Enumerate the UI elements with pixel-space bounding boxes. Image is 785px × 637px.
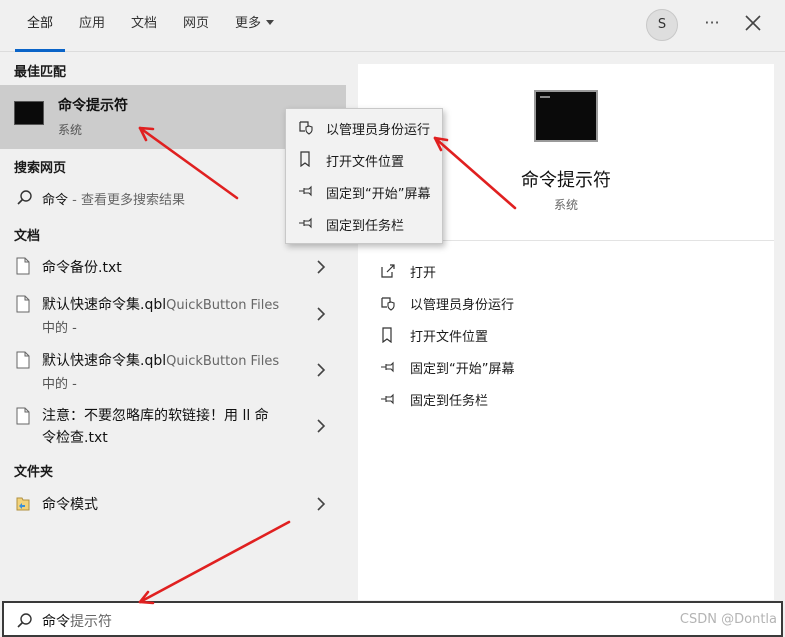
menu-item-pin-to-taskbar[interactable]: 固定到任务栏 [286, 209, 442, 237]
file-location-icon [382, 327, 392, 343]
menu-item-run-as-admin[interactable]: 以管理员身份运行 [286, 113, 442, 141]
web-search-query: 命令 [42, 193, 69, 208]
command-prompt-icon [534, 90, 598, 142]
menu-item-label: 打开文件位置 [326, 155, 405, 170]
menu-item-label: 以管理员身份运行 [326, 123, 431, 138]
document-name-continued: 令检查.txt [42, 430, 108, 446]
section-title-best-match: 最佳匹配 [14, 65, 67, 80]
menu-item-pin-to-start[interactable]: 固定到“开始”屏幕 [286, 177, 442, 205]
action-label: 固定到“开始”屏幕 [410, 362, 515, 377]
best-match-type: 系统 [58, 123, 83, 137]
search-query: 命令提示符 [42, 611, 112, 631]
search-typed-text: 命令 [42, 614, 70, 630]
pin-icon [299, 185, 312, 197]
document-icon [16, 351, 30, 369]
chevron-right-icon[interactable] [316, 307, 326, 321]
menu-item-label: 固定到任务栏 [326, 219, 405, 234]
close-button[interactable] [741, 11, 765, 35]
document-location: QuickButton Files [166, 354, 280, 369]
search-scope-bar: 全部 应用 文档 网页 更多 S ··· [0, 0, 785, 52]
section-title-documents: 文档 [14, 229, 41, 244]
avatar[interactable]: S [646, 9, 678, 41]
close-icon [745, 15, 761, 31]
document-icon [16, 257, 30, 275]
tab-documents[interactable]: 文档 [131, 0, 157, 50]
best-match-name: 命令提示符 [58, 98, 128, 114]
search-input[interactable]: 命令提示符 [2, 601, 783, 637]
chevron-right-icon[interactable] [316, 419, 326, 433]
document-name: 命令备份.txt [42, 260, 122, 276]
pin-icon [381, 393, 394, 405]
list-item[interactable]: 命令模式 [0, 489, 346, 519]
more-options-button[interactable]: ··· [700, 11, 724, 35]
menu-item-open-file-location[interactable]: 打开文件位置 [286, 145, 442, 173]
tab-apps[interactable]: 应用 [79, 0, 105, 50]
pin-icon [299, 217, 312, 229]
folder-shortcut-icon [16, 497, 30, 511]
document-name: 默认快速命令集.qbl [42, 353, 167, 369]
tab-web[interactable]: 网页 [183, 0, 209, 50]
search-icon [17, 190, 32, 205]
search-icon [17, 613, 32, 628]
list-item[interactable]: 默认快速命令集.qblQuickButton Files 中的 - [0, 345, 346, 395]
document-location: QuickButton Files [166, 298, 280, 313]
shield-icon [381, 297, 395, 311]
context-menu: 以管理员身份运行 打开文件位置 固定到“开始”屏幕 固定到任务栏 [285, 108, 443, 244]
menu-item-label: 固定到“开始”屏幕 [326, 187, 431, 202]
list-item[interactable]: 注意：不要忽略库的软链接！用 ll 命 令检查.txt [0, 401, 346, 451]
titlebar-glyph [540, 96, 550, 98]
document-name: 默认快速命令集.qbl [42, 297, 167, 313]
action-label: 固定到任务栏 [410, 394, 489, 409]
list-item[interactable]: 命令备份.txt [0, 251, 346, 283]
action-label: 打开 [410, 266, 437, 281]
list-item[interactable]: 默认快速命令集.qblQuickButton Files 中的 - [0, 289, 346, 339]
search-autocomplete-hint: 提示符 [70, 614, 112, 630]
tab-more-label: 更多 [235, 16, 262, 31]
chevron-right-icon[interactable] [316, 497, 326, 511]
file-location-icon [300, 151, 310, 167]
action-label: 打开文件位置 [410, 330, 489, 345]
tab-more[interactable]: 更多 [235, 0, 275, 50]
web-search-label: 命令 - 查看更多搜索结果 [42, 189, 185, 208]
pin-icon [381, 361, 394, 373]
chevron-right-icon[interactable] [316, 363, 326, 377]
document-name-line: 默认快速命令集.qblQuickButton Files [42, 350, 279, 370]
chevron-right-icon[interactable] [316, 260, 326, 274]
document-subline: 中的 - [42, 377, 77, 392]
command-prompt-icon [14, 101, 44, 125]
shield-icon [299, 121, 313, 135]
watermark: CSDN @Dontla [679, 612, 777, 627]
section-title-folders: 文件夹 [14, 465, 54, 480]
web-search-suffix: - 查看更多搜索结果 [68, 193, 185, 208]
chevron-down-icon [266, 20, 275, 25]
tab-all[interactable]: 全部 [14, 0, 66, 52]
folder-name: 命令模式 [42, 497, 98, 513]
action-label: 以管理员身份运行 [410, 298, 515, 313]
open-icon [381, 264, 395, 278]
document-subline: 中的 - [42, 321, 77, 336]
document-name: 注意：不要忽略库的软链接！用 ll 命 [42, 408, 269, 424]
document-name-line: 默认快速命令集.qblQuickButton Files [42, 294, 279, 314]
document-icon [16, 295, 30, 313]
document-icon [16, 407, 30, 425]
section-title-web: 搜索网页 [14, 161, 67, 176]
